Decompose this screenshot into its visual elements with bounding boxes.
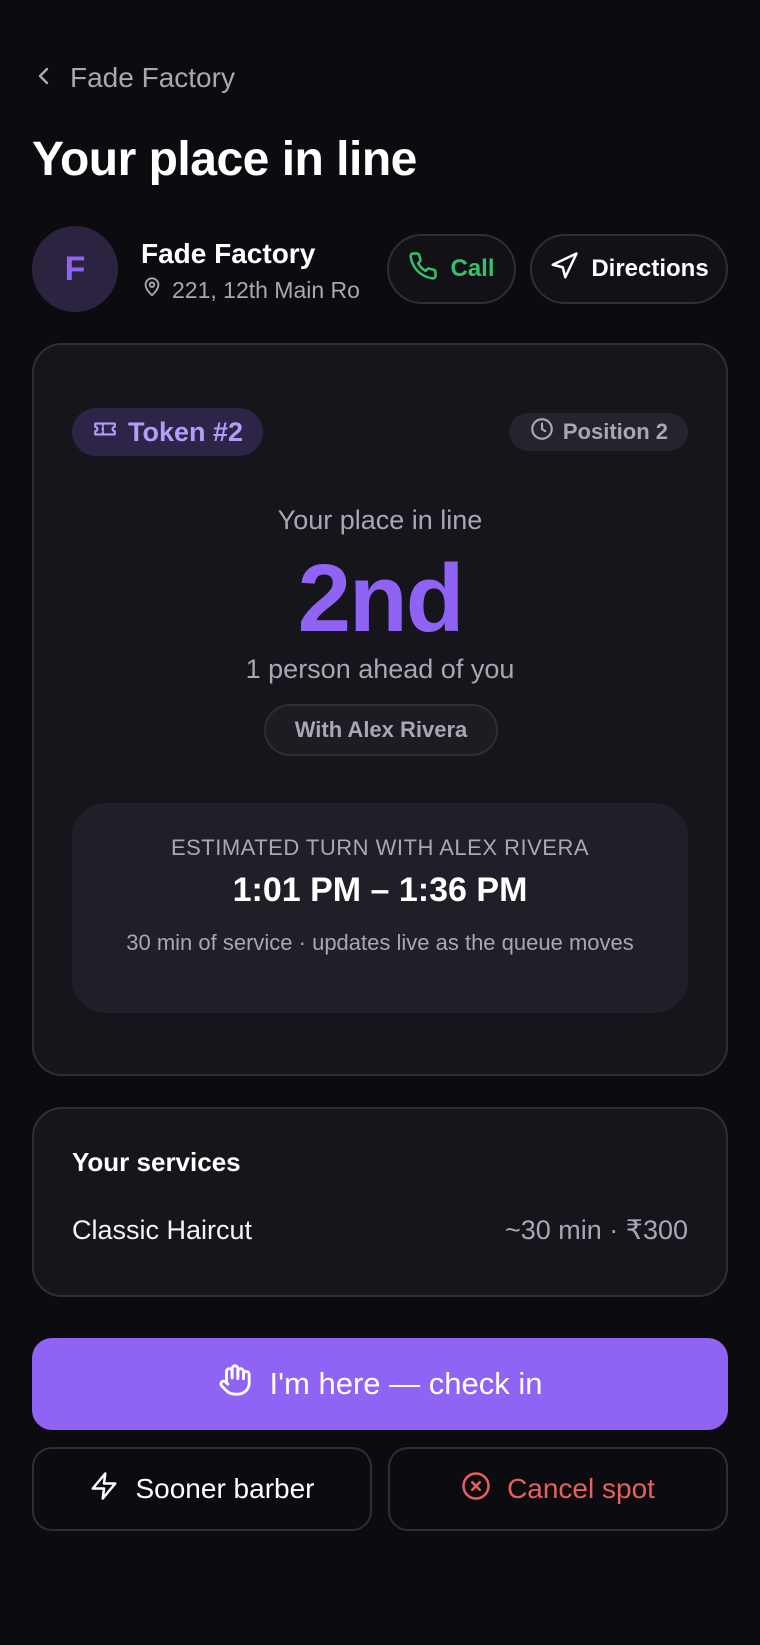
x-circle-icon	[461, 1471, 491, 1508]
ticket-icon	[92, 416, 118, 449]
position-label: Position 2	[562, 419, 668, 444]
services-title: Your services	[72, 1147, 241, 1177]
sooner-barber-button[interactable]: Sooner barber	[32, 1447, 372, 1531]
ahead-count: 1 person ahead of you	[245, 654, 515, 684]
shop-name: Fade Factory	[141, 238, 316, 269]
shop-address: 221, 12th Main Ro	[141, 276, 360, 304]
clock-icon	[529, 416, 555, 448]
barber-chip: With Alex Rivera	[264, 704, 498, 756]
estimate-time-range: 1:01 PM – 1:36 PM	[232, 871, 528, 909]
back-label: Fade Factory	[70, 62, 235, 93]
chevron-left-icon	[32, 64, 56, 93]
token-label: Token #2	[128, 416, 244, 447]
page-title: Your place in line	[32, 133, 417, 186]
directions-button[interactable]: Directions	[530, 234, 728, 304]
shop-address-text: 221, 12th Main Ro	[172, 276, 360, 303]
hand-icon	[218, 1363, 252, 1405]
lightning-icon	[89, 1471, 119, 1508]
cancel-spot-label: Cancel spot	[507, 1473, 655, 1504]
shop-avatar: F	[32, 226, 118, 312]
back-link[interactable]: Fade Factory	[32, 62, 235, 94]
navigation-arrow-icon	[549, 251, 579, 288]
map-pin-icon	[141, 276, 163, 304]
phone-icon	[408, 251, 438, 288]
estimate-box: ESTIMATED TURN WITH ALEX RIVERA 1:01 PM …	[72, 803, 688, 1013]
place-value: 2nd	[297, 545, 465, 652]
cancel-spot-button[interactable]: Cancel spot	[388, 1447, 728, 1531]
token-badge: Token #2	[72, 408, 264, 456]
estimate-label: ESTIMATED TURN WITH ALEX RIVERA	[170, 835, 590, 860]
check-in-label: I'm here — check in	[269, 1366, 543, 1401]
position-badge: Position 2	[508, 413, 688, 451]
service-meta: ~30 min · ₹300	[504, 1215, 688, 1245]
services-card: Your services Classic Haircut ~30 min · …	[32, 1107, 728, 1297]
check-in-button[interactable]: I'm here — check in	[32, 1338, 728, 1430]
call-label: Call	[450, 255, 495, 282]
place-label: Your place in line	[277, 505, 483, 535]
queue-status-page: Fade Factory Your place in line F Fade F…	[0, 0, 760, 1645]
call-button[interactable]: Call	[387, 234, 516, 304]
sooner-barber-label: Sooner barber	[135, 1473, 315, 1504]
queue-card: Token #2 Position 2 Your place in line 2…	[32, 343, 728, 1076]
directions-label: Directions	[591, 255, 709, 282]
service-name: Classic Haircut	[72, 1215, 253, 1245]
estimate-note: 30 min of service · updates live as the …	[126, 930, 634, 955]
shop-header: F Fade Factory 221, 12th Main Ro Call Di…	[32, 226, 728, 312]
